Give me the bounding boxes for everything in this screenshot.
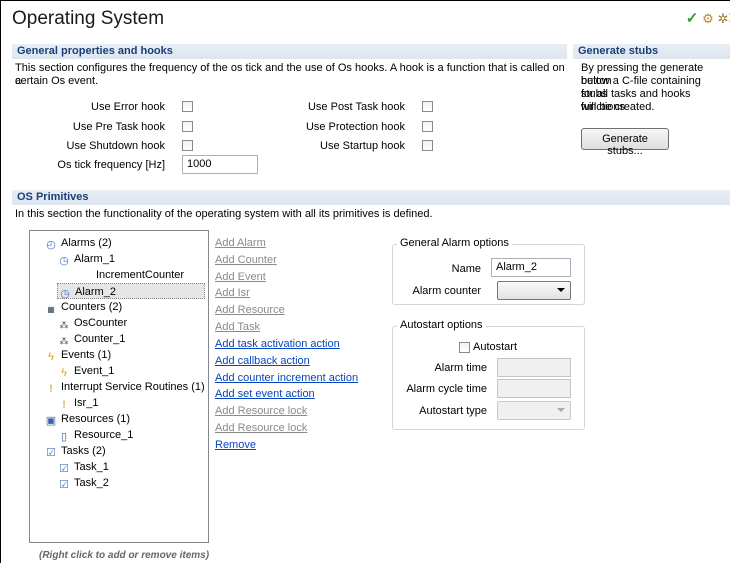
alarm-time-input[interactable] xyxy=(497,358,571,377)
tree-item-isrs[interactable]: ! Interrupt Service Routines (1) xyxy=(44,379,204,395)
pre-task-hook-checkbox[interactable] xyxy=(182,121,193,132)
task-icon: ☑ xyxy=(59,463,69,475)
autostart-checkbox[interactable] xyxy=(459,342,470,353)
alarm-counter-label: Alarm counter xyxy=(412,285,481,297)
add-counter-link[interactable]: Add Counter xyxy=(215,254,277,266)
add-alarm-link[interactable]: Add Alarm xyxy=(215,237,266,249)
alarm-cycle-time-label: Alarm cycle time xyxy=(406,383,487,395)
editor-frame: Operating System ✓ ⚙ ✲ ✕ General propert… xyxy=(0,0,730,563)
resource-icon: ▯ xyxy=(60,431,68,443)
tick-frequency-input[interactable]: 1000 xyxy=(182,155,258,174)
event-group-icon: ϟ xyxy=(48,351,54,363)
general-alarm-options-title: General Alarm options xyxy=(397,237,512,249)
chevron-down-icon xyxy=(557,288,565,292)
counter-icon: ⁂ xyxy=(59,336,69,346)
add-event-link[interactable]: Add Event xyxy=(215,271,266,283)
alarm-cycle-time-input[interactable] xyxy=(497,379,571,398)
shutdown-hook-label: Use Shutdown hook xyxy=(66,140,165,152)
page-title: Operating System xyxy=(12,8,165,29)
alarm-group-icon: ◴ xyxy=(46,239,56,251)
tree-item-os-counter[interactable]: ⁂ OsCounter xyxy=(57,315,128,331)
error-hook-label: Use Error hook xyxy=(91,101,165,113)
add-resource-lock-link[interactable]: Add Resource lock xyxy=(215,405,307,417)
protection-hook-label: Use Protection hook xyxy=(305,121,405,133)
add-counter-increment-action-link[interactable]: Add counter increment action xyxy=(215,372,358,384)
tree-item-counter-1[interactable]: ⁂ Counter_1 xyxy=(57,331,126,347)
tree-item-tasks[interactable]: ☑ Tasks (2) xyxy=(44,443,106,459)
tree-item-alarm-2[interactable]: ◷ Alarm_2 xyxy=(57,283,205,300)
close-icon[interactable]: ✕ xyxy=(726,11,730,27)
tree-item-counters[interactable]: ▦ Counters (2) xyxy=(44,299,122,315)
add-set-event-action-link[interactable]: Add set event action xyxy=(215,388,315,400)
protection-hook-checkbox[interactable] xyxy=(422,121,433,132)
generate-stubs-button[interactable]: Generate stubs... xyxy=(581,128,669,157)
isr-icon: ! xyxy=(62,399,66,411)
startup-hook-label: Use Startup hook xyxy=(320,140,405,152)
stubs-section-header: Generate stubs xyxy=(573,44,730,59)
add-callback-action-link[interactable]: Add callback action xyxy=(215,355,310,367)
error-hook-checkbox[interactable] xyxy=(182,101,193,112)
checkmark-icon[interactable]: ✓ xyxy=(684,11,700,27)
tree-item-event-1[interactable]: ϟ Event_1 xyxy=(57,363,114,379)
tree-item-alarms[interactable]: ◴ Alarms (2) xyxy=(44,235,112,251)
event-icon: ϟ xyxy=(61,367,67,379)
chevron-down-icon xyxy=(557,408,565,412)
generate-icon[interactable]: ⚙ xyxy=(700,11,716,27)
post-task-hook-checkbox[interactable] xyxy=(422,101,433,112)
task-icon: ☑ xyxy=(59,479,69,491)
alarm-name-label: Name xyxy=(451,263,481,275)
resource-group-icon: ▣ xyxy=(45,415,57,427)
editor-titlebar: Operating System ✓ ⚙ ✲ ✕ xyxy=(2,2,730,35)
post-task-hook-label: Use Post Task hook xyxy=(307,101,405,113)
tree-item-task-2[interactable]: ☑ Task_2 xyxy=(57,475,109,491)
general-section-header: General properties and hooks xyxy=(12,44,567,59)
autostart-options-title: Autostart options xyxy=(397,319,486,331)
general-description-line2: certain Os event. xyxy=(15,75,99,87)
alarm-icon: ◷ xyxy=(59,255,69,267)
primitives-description: In this section the functionality of the… xyxy=(15,208,433,220)
add-resource-lock-link-2[interactable]: Add Resource lock xyxy=(215,422,307,434)
tree-hint: (Right click to add or remove items) xyxy=(39,550,210,561)
tree-item-isr-1[interactable]: ! Isr_1 xyxy=(57,395,98,411)
alarm-time-label: Alarm time xyxy=(434,362,487,374)
alarm-counter-select[interactable] xyxy=(497,281,571,300)
remove-link[interactable]: Remove xyxy=(215,439,256,451)
autostart-type-label: Autostart type xyxy=(419,405,487,417)
isr-group-icon: ! xyxy=(49,383,53,395)
tree-item-resource-1[interactable]: ▯ Resource_1 xyxy=(57,427,133,443)
counter-group-icon: ▦ xyxy=(47,305,55,314)
stubs-description-line4: will be created. xyxy=(581,101,655,113)
startup-hook-checkbox[interactable] xyxy=(422,140,433,151)
tree-item-alarm-1[interactable]: ◷ Alarm_1 xyxy=(57,251,115,267)
add-task-activation-action-link[interactable]: Add task activation action xyxy=(215,338,340,350)
tree-item-events[interactable]: ϟ Events (1) xyxy=(44,347,111,363)
tree-item-increment-counter[interactable]: IncrementCounter xyxy=(96,267,184,283)
tick-frequency-label: Os tick frequency [Hz] xyxy=(57,159,165,171)
primitives-section-header: OS Primitives xyxy=(12,190,730,205)
shutdown-hook-checkbox[interactable] xyxy=(182,140,193,151)
pre-task-hook-label: Use Pre Task hook xyxy=(72,121,165,133)
tree-item-task-1[interactable]: ☑ Task_1 xyxy=(57,459,109,475)
tree-item-resources[interactable]: ▣ Resources (1) xyxy=(44,411,130,427)
add-task-link[interactable]: Add Task xyxy=(215,321,260,333)
add-resource-link[interactable]: Add Resource xyxy=(215,304,285,316)
alarm-name-input[interactable]: Alarm_2 xyxy=(491,258,571,277)
task-group-icon: ☑ xyxy=(46,447,56,459)
add-isr-link[interactable]: Add Isr xyxy=(215,287,250,299)
autostart-label: Autostart xyxy=(473,341,518,353)
counter-icon: ⁂ xyxy=(59,320,69,330)
autostart-type-select[interactable] xyxy=(497,401,571,420)
primitives-tree[interactable]: ◴ Alarms (2) ◷ Alarm_1 IncrementCounter ◷ A… xyxy=(29,230,209,543)
